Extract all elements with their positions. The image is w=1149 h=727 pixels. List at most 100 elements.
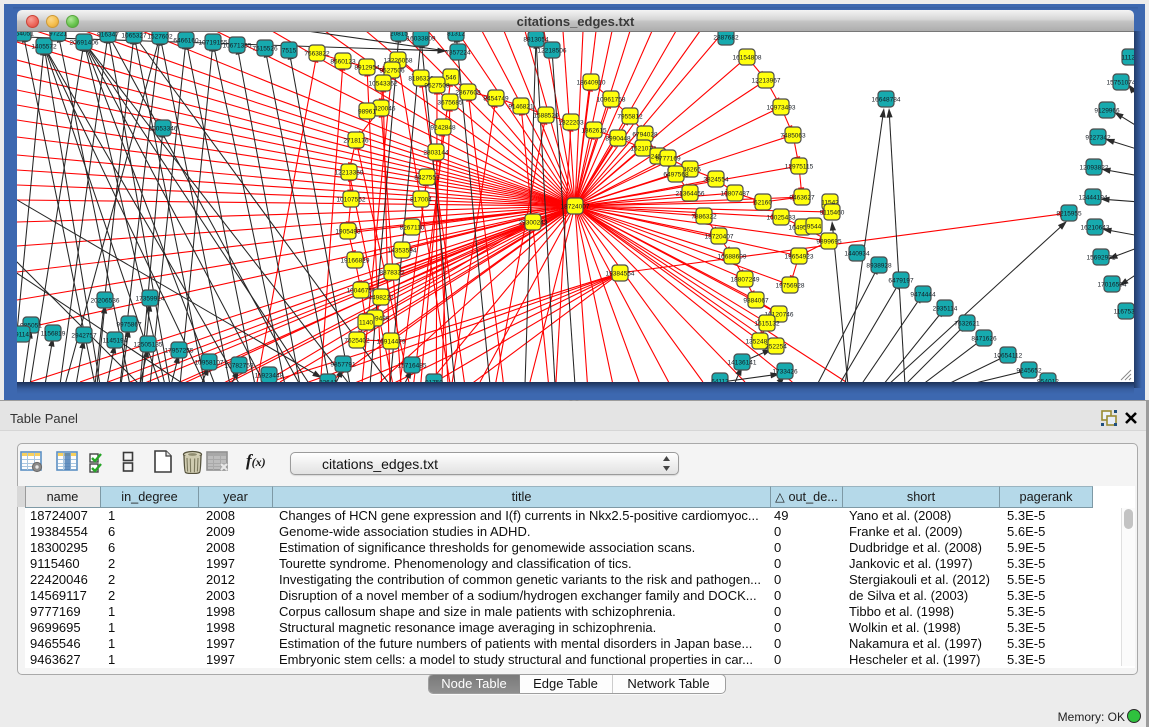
svg-text:12218506: 12218506: [538, 47, 567, 54]
svg-text:546: 546: [446, 74, 457, 81]
svg-text:1145194: 1145194: [103, 337, 128, 344]
svg-text:8990448: 8990448: [605, 135, 631, 142]
svg-text:29300243: 29300243: [519, 219, 548, 226]
svg-text:1440934: 1440934: [844, 250, 870, 257]
svg-text:20053346: 20053346: [149, 125, 178, 132]
svg-text:62160: 62160: [754, 199, 772, 206]
svg-text:7886322: 7886322: [691, 213, 717, 220]
svg-text:1065327: 1065327: [121, 32, 147, 39]
svg-text:1362615: 1362615: [581, 127, 607, 134]
svg-text:9474444: 9474444: [910, 291, 936, 298]
svg-text:8912954: 8912954: [354, 64, 380, 71]
svg-text:9129966: 9129966: [1094, 107, 1120, 114]
svg-text:16648784: 16648784: [872, 96, 901, 103]
svg-text:9463627: 9463627: [789, 194, 815, 201]
svg-text:8267110: 8267110: [400, 224, 425, 231]
svg-text:1588520: 1588520: [533, 112, 559, 119]
svg-text:15692971: 15692971: [1087, 254, 1116, 261]
svg-text:10025433: 10025433: [767, 214, 796, 221]
svg-text:1615132: 1615132: [754, 320, 780, 327]
svg-text:8454749: 8454749: [483, 95, 509, 102]
svg-text:10688609: 10688609: [718, 253, 747, 260]
svg-text:9227342: 9227342: [1085, 134, 1111, 141]
svg-text:9884067: 9884067: [743, 297, 769, 304]
svg-text:3675685: 3675685: [437, 99, 463, 106]
svg-text:21364456: 21364456: [676, 190, 705, 197]
svg-text:2942757: 2942757: [71, 332, 97, 339]
svg-text:2867608: 2867608: [455, 89, 481, 96]
svg-text:17957255: 17957255: [165, 347, 194, 354]
svg-text:9115460: 9115460: [820, 209, 845, 216]
svg-text:8471626: 8471626: [971, 335, 997, 342]
svg-text:391141: 391141: [17, 331, 33, 338]
svg-text:8215955: 8215955: [1056, 210, 1082, 217]
svg-text:1733426: 1733426: [772, 368, 798, 375]
svg-text:8878332: 8878332: [379, 269, 405, 276]
svg-text:1405572: 1405572: [31, 43, 57, 50]
svg-text:1322203: 1322203: [558, 119, 584, 126]
svg-text:9527508: 9527508: [424, 82, 450, 89]
svg-text:1905493: 1905493: [335, 228, 361, 235]
svg-text:10671355: 10671355: [223, 42, 252, 49]
svg-text:9242848: 9242848: [430, 124, 456, 131]
svg-text:11123: 11123: [1121, 54, 1134, 61]
svg-text:10973493: 10973493: [767, 104, 796, 111]
svg-text:1156819: 1156819: [41, 330, 66, 337]
svg-text:9899695: 9899695: [816, 238, 842, 245]
svg-text:19756928: 19756928: [776, 282, 805, 289]
svg-text:252254: 252254: [765, 343, 787, 350]
svg-text:8427552: 8427552: [414, 174, 440, 181]
svg-text:1167534: 1167534: [1114, 308, 1134, 315]
svg-text:7663822: 7663822: [304, 50, 330, 57]
svg-text:16033809: 16033809: [407, 35, 436, 42]
svg-text:9245652: 9245652: [1016, 367, 1042, 374]
svg-text:16210643: 16210643: [1081, 224, 1110, 231]
svg-text:18640910: 18640910: [577, 79, 606, 86]
svg-text:6794028: 6794028: [632, 131, 658, 138]
svg-text:16914479: 16914479: [377, 338, 406, 345]
svg-text:19654923: 19654923: [785, 253, 814, 260]
svg-text:12093822: 12093822: [1080, 164, 1109, 171]
svg-text:19166829: 19166829: [341, 257, 370, 264]
svg-text:11923448: 11923448: [255, 372, 284, 379]
svg-text:6497568: 6497568: [663, 171, 689, 178]
svg-text:16782759: 16782759: [225, 362, 254, 369]
svg-text:18807249: 18807249: [731, 276, 760, 283]
svg-text:20691406: 20691406: [70, 39, 99, 46]
svg-text:7625402: 7625402: [344, 337, 370, 344]
svg-text:8660123: 8660123: [330, 58, 356, 65]
svg-text:12975115: 12975115: [785, 163, 814, 170]
svg-text:7485063: 7485063: [780, 132, 806, 139]
svg-text:16154808: 16154808: [733, 54, 762, 61]
svg-text:7357224: 7357224: [445, 49, 471, 56]
svg-text:7515: 7515: [282, 47, 297, 54]
svg-text:2935114: 2935114: [933, 305, 958, 312]
svg-text:10107552: 10107552: [337, 196, 366, 203]
svg-text:9975867: 9975867: [116, 321, 142, 328]
svg-text:20206536: 20206536: [91, 297, 120, 304]
svg-text:916347: 916347: [97, 31, 119, 38]
svg-text:12213967: 12213967: [752, 77, 781, 84]
svg-text:3824554: 3824554: [703, 176, 729, 183]
svg-text:18724007: 18724007: [561, 203, 590, 210]
svg-text:15751074: 15751074: [1107, 79, 1134, 86]
svg-text:17016504: 17016504: [1098, 281, 1127, 288]
svg-text:6466160: 6466160: [173, 37, 199, 44]
svg-text:10543362: 10543362: [369, 80, 398, 87]
svg-text:10961758: 10961758: [597, 96, 626, 103]
svg-text:9544: 9544: [807, 223, 822, 230]
svg-text:9146821: 9146821: [508, 103, 534, 110]
svg-text:2718176: 2718176: [343, 137, 369, 144]
svg-text:7955812: 7955812: [617, 113, 643, 120]
svg-text:19384554: 19384554: [606, 270, 635, 277]
svg-text:8938928: 8938928: [866, 262, 892, 269]
svg-text:2803144: 2803144: [423, 149, 449, 156]
svg-text:98961: 98961: [358, 108, 376, 115]
svg-text:7515526: 7515526: [252, 45, 278, 52]
svg-text:15716485: 15716485: [398, 362, 427, 369]
svg-text:17359914: 17359914: [136, 295, 165, 302]
svg-text:1140: 1140: [359, 319, 373, 326]
svg-text:1527602: 1527602: [147, 33, 173, 40]
svg-text:12505135: 12505135: [134, 341, 163, 348]
svg-text:10046756: 10046756: [347, 287, 376, 294]
